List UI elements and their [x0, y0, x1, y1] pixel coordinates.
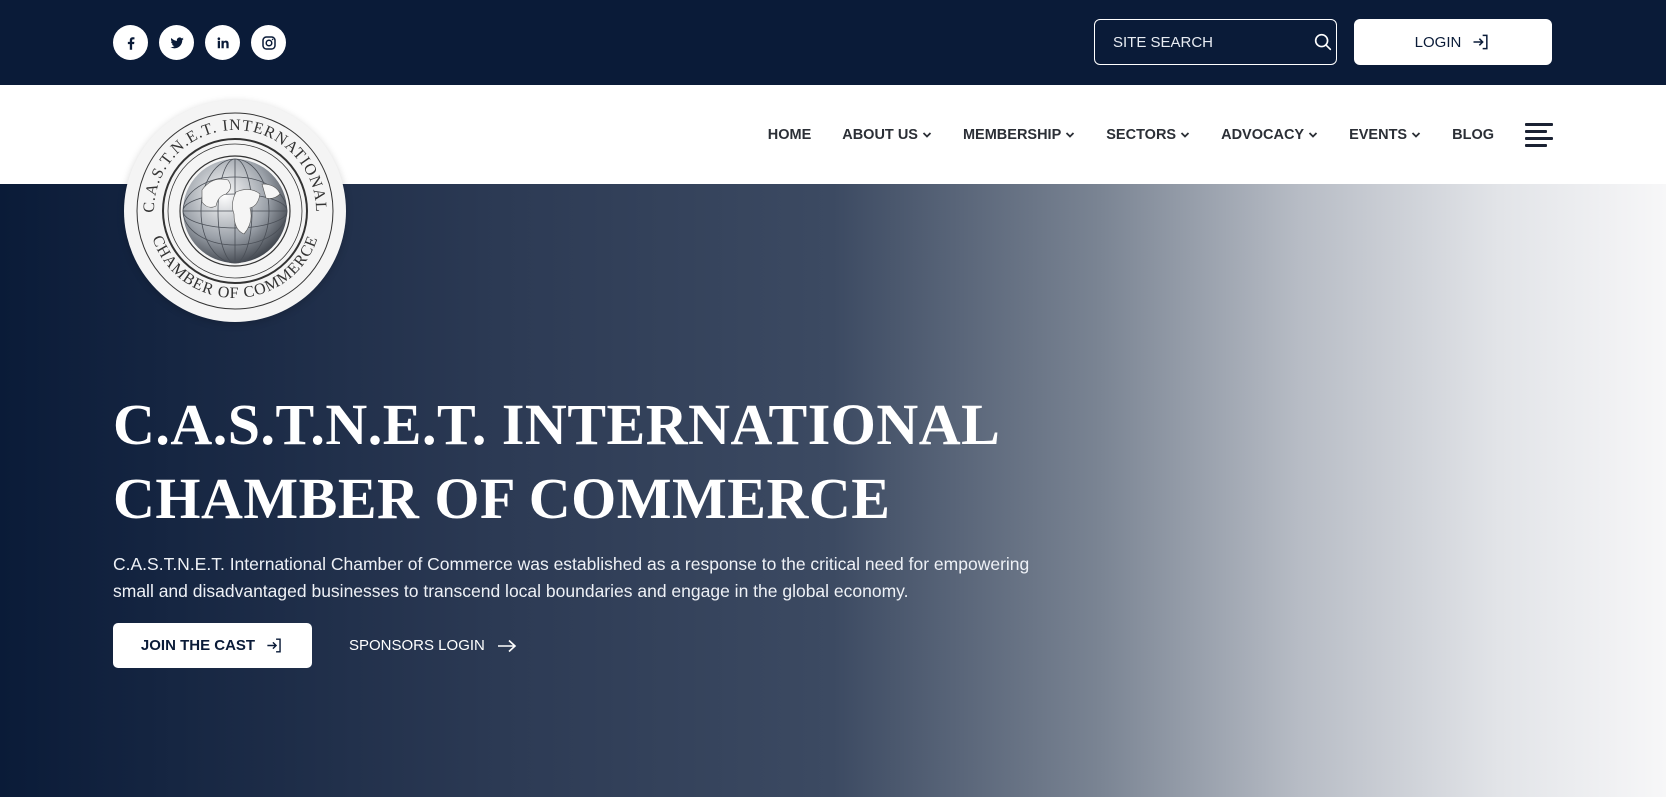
nav-item-label: ABOUT US	[842, 126, 918, 143]
hero-title-line2: CHAMBER OF COMMERCE	[113, 466, 891, 531]
login-icon	[1473, 34, 1488, 50]
search-icon[interactable]	[1312, 31, 1334, 53]
hero-title-line1: C.A.S.T.N.E.T. INTERNATIONAL	[113, 392, 1001, 457]
hamburger-menu-icon[interactable]	[1525, 122, 1553, 147]
nav-item-label: SECTORS	[1106, 126, 1177, 143]
top-bar: LOGIN	[0, 0, 1666, 85]
nav-item-label: HOME	[767, 126, 812, 143]
nav-item-home[interactable]: HOME	[768, 127, 812, 143]
twitter-icon[interactable]	[159, 25, 194, 60]
facebook-icon[interactable]	[113, 25, 148, 60]
chevron-down-icon	[1180, 130, 1190, 140]
search-input[interactable]	[1113, 33, 1312, 51]
nav-item-about-us[interactable]: ABOUT US	[842, 127, 932, 143]
login-label: LOGIN	[1414, 33, 1462, 51]
nav-item-events[interactable]: EVENTS	[1349, 127, 1421, 143]
sponsors-label: SPONSORS LOGIN	[349, 637, 485, 654]
join-label: JOIN THE CAST	[140, 637, 256, 654]
nav-item-sectors[interactable]: SECTORS	[1106, 127, 1190, 143]
chevron-down-icon	[1411, 130, 1421, 140]
nav-item-advocacy[interactable]: ADVOCACY	[1221, 127, 1318, 143]
arrow-right-icon	[497, 639, 517, 652]
linkedin-icon[interactable]	[205, 25, 240, 60]
join-the-cast-button[interactable]: JOIN THE CAST	[113, 623, 312, 668]
nav-item-label: ADVOCACY	[1221, 126, 1305, 143]
hero-description: C.A.S.T.N.E.T. International Chamber of …	[113, 554, 1030, 601]
instagram-icon[interactable]	[251, 25, 286, 60]
login-button[interactable]: LOGIN	[1354, 19, 1552, 65]
chamber-logo-seal[interactable]: C.A.S.T.N.E.T. INTERNATIONAL CHAMBER OF …	[124, 100, 346, 322]
nav-item-blog[interactable]: BLOG	[1452, 127, 1494, 143]
main-nav: HOME ABOUT US MEMBERSHIP SECTORS ADVOCAC…	[768, 85, 1553, 184]
nav-item-label: MEMBERSHIP	[962, 126, 1062, 143]
chevron-down-icon	[1065, 130, 1075, 140]
nav-item-membership[interactable]: MEMBERSHIP	[963, 127, 1075, 143]
globe-icon	[182, 158, 288, 264]
hero-title: C.A.S.T.N.E.T. INTERNATIONAL CHAMBER OF …	[113, 388, 1013, 536]
login-icon	[267, 638, 281, 653]
social-links	[113, 25, 286, 60]
site-search	[1094, 19, 1337, 65]
chevron-down-icon	[1308, 130, 1318, 140]
sponsors-login-link[interactable]: SPONSORS LOGIN	[349, 623, 517, 668]
nav-item-label: EVENTS	[1349, 126, 1408, 143]
chevron-down-icon	[922, 130, 932, 140]
nav-item-label: BLOG	[1452, 126, 1494, 143]
